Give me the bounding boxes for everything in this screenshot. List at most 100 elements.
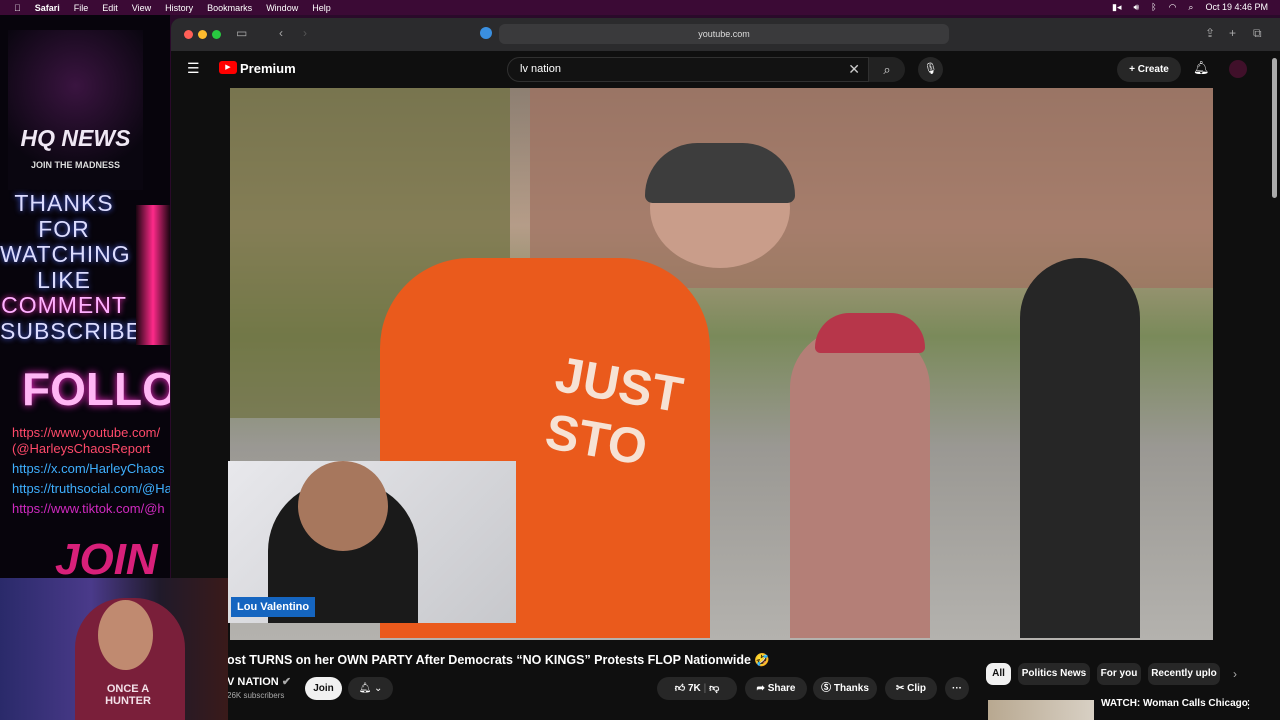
share-button[interactable]: ➦ Share <box>745 677 807 700</box>
forward-icon[interactable]: › <box>303 26 307 40</box>
host-webcam-inset: Lou Valentino <box>228 461 516 623</box>
avatar[interactable] <box>1229 60 1247 78</box>
dislike-button[interactable]: 👎︎ <box>709 683 719 694</box>
youtube-header: ☰ ▶ Premium lv nation ✕ ⌕ 🎙︎ + Create 🔔︎ <box>171 51 1280 88</box>
share-label: Share <box>767 683 796 694</box>
thanks-line: SUBSCRIBE <box>0 317 142 344</box>
create-button[interactable]: + Create <box>1117 57 1181 82</box>
thanks-label: Thanks <box>833 683 869 694</box>
logo-tagline: JOIN THE MADNESS <box>30 160 120 170</box>
minimize-window-button[interactable] <box>198 30 207 39</box>
video-red-cap <box>815 313 925 353</box>
channel-name[interactable]: V NATION ✔ <box>227 675 291 688</box>
thanks-line: COMMENT <box>1 292 127 318</box>
social-links: https://www.youtube.com/ (@HarleysChaosR… <box>12 423 170 519</box>
chevron-down-icon: ⌄ <box>374 683 383 694</box>
search-input[interactable]: lv nation ✕ <box>507 57 869 82</box>
menu-safari[interactable]: Safari <box>35 3 60 13</box>
back-icon[interactable]: ‹ <box>279 26 283 40</box>
address-bar[interactable]: youtube.com <box>499 24 949 44</box>
subscription-bell-button[interactable]: 🔔︎ ⌄ <box>348 677 393 700</box>
youtube-logo-icon[interactable]: ▶ <box>219 61 237 74</box>
create-label: Create <box>1137 64 1169 75</box>
close-window-button[interactable] <box>184 30 193 39</box>
menu-window[interactable]: Window <box>266 3 298 13</box>
recommendation-thumbnail[interactable] <box>988 700 1094 720</box>
search-button[interactable]: ⌕ <box>869 57 905 82</box>
menu-bar:  Safari File Edit View History Bookmark… <box>0 0 1280 15</box>
menu-view[interactable]: View <box>132 3 151 13</box>
truthsocial-link: https://truthsocial.com/@Ha <box>12 481 170 496</box>
youtube-premium-logo[interactable]: Premium <box>240 61 296 76</box>
chip-for-you[interactable]: For you <box>1097 663 1141 685</box>
share-icon[interactable]: ⇪ <box>1205 26 1215 40</box>
clip-button[interactable]: ✂ Clip <box>885 677 937 700</box>
chip-all[interactable]: All <box>986 663 1011 685</box>
join-button[interactable]: Join <box>305 677 342 700</box>
more-actions-button[interactable]: ··· <box>945 677 969 700</box>
chip-recently-uploaded[interactable]: Recently uplo <box>1148 663 1220 685</box>
sidebar-icon[interactable]: ▭ <box>236 26 247 40</box>
like-button[interactable]: 👍︎ 7K <box>675 683 701 694</box>
subscriber-count: 26K subscribers <box>227 691 285 700</box>
follow-heading: FOLLOW <box>22 363 170 415</box>
new-tab-icon[interactable]: + <box>1229 26 1236 40</box>
decorative-strip <box>136 205 170 345</box>
hamburger-menu-icon[interactable]: ☰ <box>187 60 200 77</box>
streamer-shirt-text: ONCE A HUNTER <box>105 683 151 707</box>
thanks-line: LIKE <box>37 266 91 293</box>
streamer-webcam: ONCE A HUNTER <box>0 578 228 720</box>
recommendation-title[interactable]: WATCH: Woman Calls Chicago <box>1101 698 1248 709</box>
bluetooth-icon[interactable]: ᛒ <box>1151 2 1156 13</box>
host-face <box>298 461 388 551</box>
menu-edit[interactable]: Edit <box>102 3 118 13</box>
thumbs-up-icon: 👍︎ <box>674 683 686 694</box>
thanks-text: THANKS FOR WATCHING LIKE COMMENT SUBSCRI… <box>0 190 142 344</box>
chip-politics-news[interactable]: Politics News <box>1018 663 1090 685</box>
share-arrow-icon: ➦ <box>756 683 765 694</box>
like-dislike-group: 👍︎ 7K | 👎︎ <box>657 677 737 700</box>
menu-history[interactable]: History <box>165 3 193 13</box>
zoom-window-button[interactable] <box>212 30 221 39</box>
thanks-line: WATCHING <box>0 241 131 267</box>
extension-icon[interactable] <box>480 27 492 39</box>
facetime-icon[interactable]: ▮◂ <box>1112 2 1121 13</box>
video-person <box>1020 258 1140 638</box>
spotlight-icon[interactable]: ⌕ <box>1188 2 1193 13</box>
logo-title: HQ NEWS <box>20 125 131 151</box>
volume-icon[interactable]: 🔊︎ <box>1133 2 1139 13</box>
menu-file[interactable]: File <box>74 3 89 13</box>
chips-next-chevron-icon[interactable]: › <box>1233 667 1237 681</box>
microphone-icon: 🎙︎ <box>923 63 938 75</box>
thanks-button[interactable]: Ⓢ Thanks <box>813 677 877 700</box>
tiktok-link: https://www.tiktok.com/@h <box>12 501 165 516</box>
bell-icon: 🔔︎ <box>358 683 372 694</box>
thanks-icon: Ⓢ <box>821 683 832 694</box>
url-text: youtube.com <box>698 29 750 39</box>
video-person <box>790 328 930 638</box>
clear-search-icon[interactable]: ✕ <box>848 58 860 81</box>
verified-icon: ✔ <box>281 676 292 688</box>
wifi-icon[interactable]: ◠ <box>1169 2 1177 13</box>
clip-label: Clip <box>907 683 927 694</box>
scrollbar[interactable] <box>1272 58 1277 198</box>
voice-search-button[interactable]: 🎙︎ <box>918 57 943 82</box>
youtube-handle: (@HarleysChaosReport <box>12 441 151 456</box>
streamer-face <box>98 600 153 670</box>
video-flat-cap <box>645 143 795 203</box>
menu-bookmarks[interactable]: Bookmarks <box>207 3 252 13</box>
tab-overview-icon[interactable]: ⧉ <box>1253 26 1262 41</box>
hq-news-logo: HQ NEWS JOIN THE MADNESS <box>8 30 143 190</box>
menu-help[interactable]: Help <box>312 3 331 13</box>
shirt-text: JUST STO <box>541 345 687 476</box>
scissors-icon: ✂ <box>895 683 905 694</box>
channel-name-text: V NATION <box>227 676 279 688</box>
search-icon: ⌕ <box>883 62 891 77</box>
recommendation-menu-icon[interactable]: ⋮ <box>1243 698 1254 711</box>
safari-window: ▭ ‹ › youtube.com ⇪ + ⧉ ☰ ▶ Premium lv n… <box>171 18 1280 720</box>
apple-menu-icon[interactable]:  <box>14 3 21 13</box>
clock[interactable]: Oct 19 4:46 PM <box>1205 2 1268 13</box>
notifications-bell-icon[interactable]: 🔔︎ <box>1193 60 1210 76</box>
thanks-line: THANKS <box>14 190 114 216</box>
thumbs-down-icon: 👎︎ <box>709 683 720 694</box>
